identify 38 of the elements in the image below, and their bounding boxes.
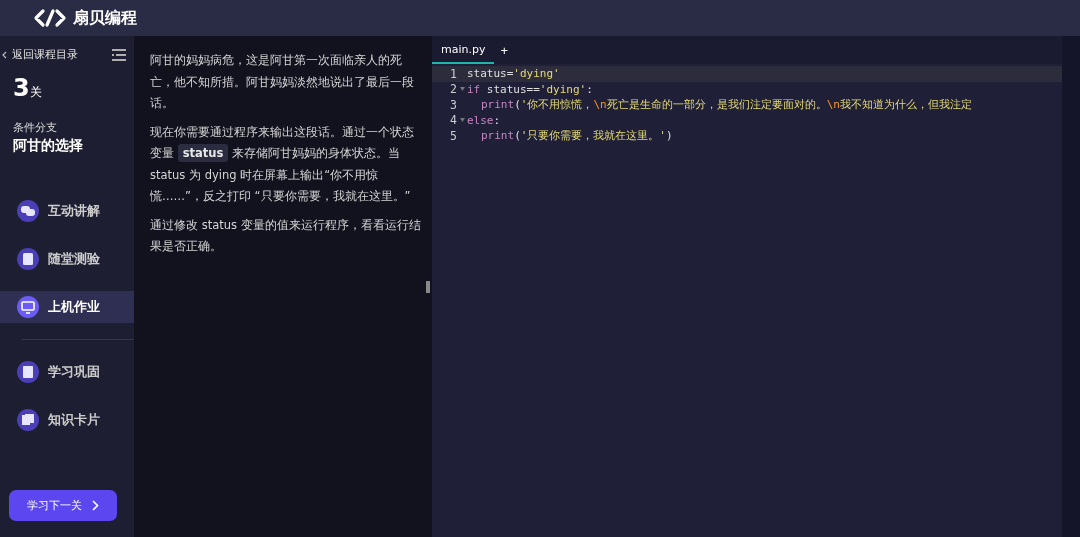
menu-icon[interactable] — [112, 48, 126, 61]
level-number: 3 — [13, 74, 30, 102]
next-lesson-button[interactable]: 学习下一关 — [9, 490, 117, 521]
line-number: 1 — [450, 66, 457, 81]
cards-icon — [17, 409, 39, 431]
instruction-paragraph: 阿甘的妈妈病危，这是阿甘第一次面临亲人的死亡，他不知所措。阿甘妈妈淡然地说出了最后一段话。 — [150, 52, 415, 112]
nav-item[interactable]: 随堂测验 — [0, 243, 134, 275]
instruction-paragraph: 通过修改 status 变量的值来运行程序，看看运行结果是否正确。 — [150, 216, 422, 255]
chevron-right-icon — [92, 500, 99, 511]
fold-icon[interactable] — [459, 118, 465, 123]
document-icon — [17, 248, 39, 270]
line-number: 3 — [450, 97, 457, 112]
nav-item[interactable]: 学习巩固 — [0, 356, 134, 388]
code-line: 5 print('只要你需要，我就在这里。') — [449, 128, 674, 144]
code-line: 4 else: — [449, 112, 502, 128]
line-number: 5 — [450, 128, 457, 143]
instruction-paragraph: 现在你需要通过程序来输出这段话。通过一个状态变量 status 来存储阿甘妈妈的身体状态。当 status 为 dying 时在屏幕上输出“你不用惊慌……”，反之打印 “只要你需要，我就在这里。” — [150, 123, 415, 205]
fold-icon[interactable] — [459, 87, 465, 92]
resize-handle[interactable] — [426, 280, 430, 293]
monitor-icon — [17, 296, 39, 318]
code-line: 2 if status=='dying': — [449, 81, 594, 97]
line-number: 4 — [450, 113, 457, 128]
line-number: 2 — [450, 82, 457, 97]
book-icon — [17, 361, 39, 383]
back-link[interactable]: 返回课程目录 — [12, 47, 78, 62]
add-tab-button[interactable]: + — [494, 43, 515, 64]
chapter-label: 条件分支 — [12, 120, 58, 135]
nav-item[interactable]: 互动讲解 — [0, 195, 134, 227]
brand-name: 扇贝编程 — [73, 7, 137, 29]
chevron-left-icon[interactable] — [2, 50, 7, 59]
nav-item[interactable]: 上机作业 — [0, 291, 134, 323]
level-unit: 关 — [29, 84, 42, 101]
chat-bubble-icon — [17, 200, 39, 222]
code-line: 3 print('你不用惊慌，\n死亡是生命的一部分，是我们注定要面对的。\n我不知道为什么，但我注定 — [449, 97, 973, 113]
code-logo-icon — [33, 8, 67, 28]
lesson-title: 阿甘的选择 — [12, 136, 84, 155]
file-tab[interactable]: main.py — [432, 43, 495, 64]
nav-item[interactable]: 知识卡片 — [0, 404, 134, 436]
